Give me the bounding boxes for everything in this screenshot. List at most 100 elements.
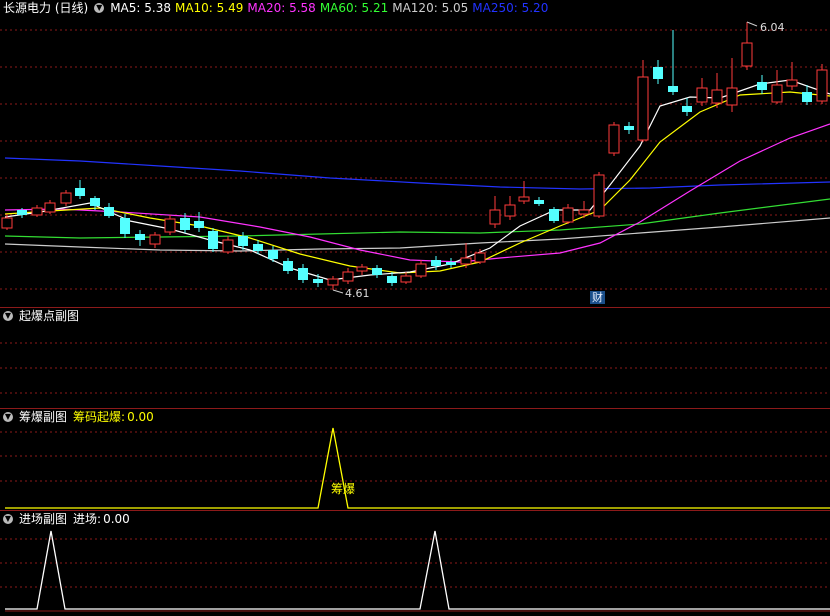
- candle-body-down: [802, 92, 812, 102]
- ma-legend-item: MA120: 5.05: [392, 1, 469, 15]
- stock-title: 长源电力 (日线): [3, 1, 89, 15]
- candle-body-down: [180, 218, 190, 230]
- candle-body-down: [268, 250, 278, 259]
- candle-body-down: [757, 82, 767, 90]
- sub1-title: 起爆点副图: [19, 309, 80, 323]
- candle-body-down: [313, 279, 323, 283]
- sub-panel-choubao[interactable]: ▼ 筹爆副图 筹码起爆: 0.00 筹爆: [0, 409, 830, 510]
- ma5-line: [4, 79, 830, 281]
- candle-body-down: [372, 268, 382, 275]
- ma-legend-item: MA20: 5.58: [247, 1, 316, 15]
- candle-body-up: [356, 266, 368, 272]
- ma-legend-item: MA10: 5.49: [174, 1, 244, 15]
- candle-body-up: [415, 263, 427, 277]
- collapse-icon[interactable]: ▼: [3, 412, 13, 422]
- candle-body-down: [624, 126, 634, 130]
- candle-body-up: [149, 234, 161, 245]
- candle-body-down: [549, 209, 559, 221]
- ma-legend: MA5: 5.38 MA10: 5.49 MA20: 5.58 MA60: 5.21 M…: [110, 0, 552, 16]
- ma-legend-value: 5.20: [521, 1, 549, 15]
- choubao-line: [5, 427, 830, 509]
- candle-body-up: [726, 87, 738, 106]
- ma-legend-item: MA250: 5.20: [472, 1, 549, 15]
- sub1-chart: [0, 342, 830, 394]
- candle-body-down: [446, 262, 456, 265]
- sub3-indicator-label: 进场:: [73, 512, 102, 526]
- sub3-indicator-value: 0.00: [103, 512, 130, 526]
- candle-body-up: [771, 84, 783, 103]
- candle-body-up: [400, 275, 412, 283]
- candle-body-up: [562, 207, 574, 223]
- collapse-icon[interactable]: ▼: [3, 514, 13, 524]
- collapse-icon[interactable]: ▼: [3, 311, 13, 321]
- finance-badge[interactable]: 财: [590, 291, 605, 304]
- candle-body-down: [682, 106, 692, 112]
- candle-body-down: [238, 236, 248, 246]
- candle-body-down: [194, 221, 204, 228]
- candle-body-up: [741, 42, 753, 67]
- candle-body-down: [534, 200, 544, 204]
- candle-body-down: [75, 188, 85, 196]
- candle-body-up: [816, 69, 828, 102]
- collapse-icon[interactable]: ▼: [94, 3, 105, 13]
- ma-legend-item: MA60: 5.21: [319, 1, 389, 15]
- ma20-line: [4, 123, 830, 263]
- candle-body-down: [120, 218, 130, 234]
- low-price-label: 4.61: [345, 287, 370, 300]
- candle-body-down: [387, 276, 397, 283]
- ma-legend-value: 5.21: [361, 1, 389, 15]
- candle-body-up: [327, 278, 339, 286]
- candle-body-up: [1, 217, 13, 229]
- candle-body-down: [653, 67, 663, 79]
- sub2-peak-label: 筹爆: [331, 482, 356, 496]
- candle-body-up: [593, 174, 605, 217]
- sub1-header: ▼ 起爆点副图: [0, 308, 79, 324]
- ma-legend-value: 5.49: [216, 1, 244, 15]
- candle-body-down: [283, 261, 293, 271]
- candle-body-down: [253, 244, 263, 251]
- ma-legend-value: 5.05: [441, 1, 469, 15]
- candle-body-up: [504, 204, 516, 217]
- candle-body-down: [431, 260, 441, 266]
- main-chart-header: 长源电力 (日线) ▼ MA5: 5.38 MA10: 5.49 MA20: 5.5…: [0, 0, 552, 16]
- ma-legend-item: MA5: 5.38: [110, 1, 171, 15]
- candle-body-down: [104, 207, 114, 216]
- ma250-line: [4, 157, 830, 190]
- sub2-indicator-value: 0.00: [127, 410, 154, 424]
- candle-body-down: [298, 268, 308, 280]
- sub2-header: ▼ 筹爆副图 筹码起爆: 0.00: [0, 409, 154, 425]
- candle-body-up: [460, 257, 472, 265]
- ma-legend-value: 5.58: [289, 1, 316, 15]
- candle-body-up: [608, 124, 620, 154]
- ma-legend-value: 5.38: [144, 1, 171, 15]
- candle-body-up: [44, 202, 56, 213]
- sub-panel-jinchang[interactable]: ▼ 进场副图 进场: 0.00: [0, 511, 830, 616]
- high-pointer: [746, 21, 758, 27]
- candle-body-down: [17, 210, 27, 215]
- candle-body-up: [637, 76, 649, 141]
- candle-body-up: [474, 252, 486, 263]
- candle-body-up: [164, 218, 176, 233]
- candle-body-up: [518, 196, 530, 202]
- main-chart-panel[interactable]: 6.04 4.61 长源电力 (日线) ▼ MA5: 5.38 MA10: 5.49…: [0, 0, 830, 307]
- sub3-header: ▼ 进场副图 进场: 0.00: [0, 511, 130, 527]
- high-price-label: 6.04: [760, 21, 785, 34]
- candle-body-up: [489, 209, 501, 225]
- candle-body-down: [135, 234, 145, 240]
- candle-body-down: [668, 86, 678, 92]
- candle-body-up: [222, 239, 234, 253]
- low-pointer: [332, 289, 344, 294]
- candle-body-down: [208, 231, 218, 249]
- sub-panel-qibaodian[interactable]: ▼ 起爆点副图: [0, 308, 830, 408]
- candlestick-chart[interactable]: 6.04 4.61: [0, 0, 830, 307]
- candle-body-up: [786, 79, 798, 87]
- candle-body-up: [696, 87, 708, 103]
- sub3-title: 进场副图: [19, 512, 68, 526]
- candle-body-up: [342, 271, 354, 282]
- sub2-title: 筹爆副图: [19, 410, 68, 424]
- jinchang-line: [5, 530, 830, 610]
- candle-body-down: [90, 198, 100, 206]
- candle-body-up: [60, 192, 72, 204]
- sub2-indicator-label: 筹码起爆:: [73, 410, 126, 424]
- candle-body-up: [578, 209, 590, 215]
